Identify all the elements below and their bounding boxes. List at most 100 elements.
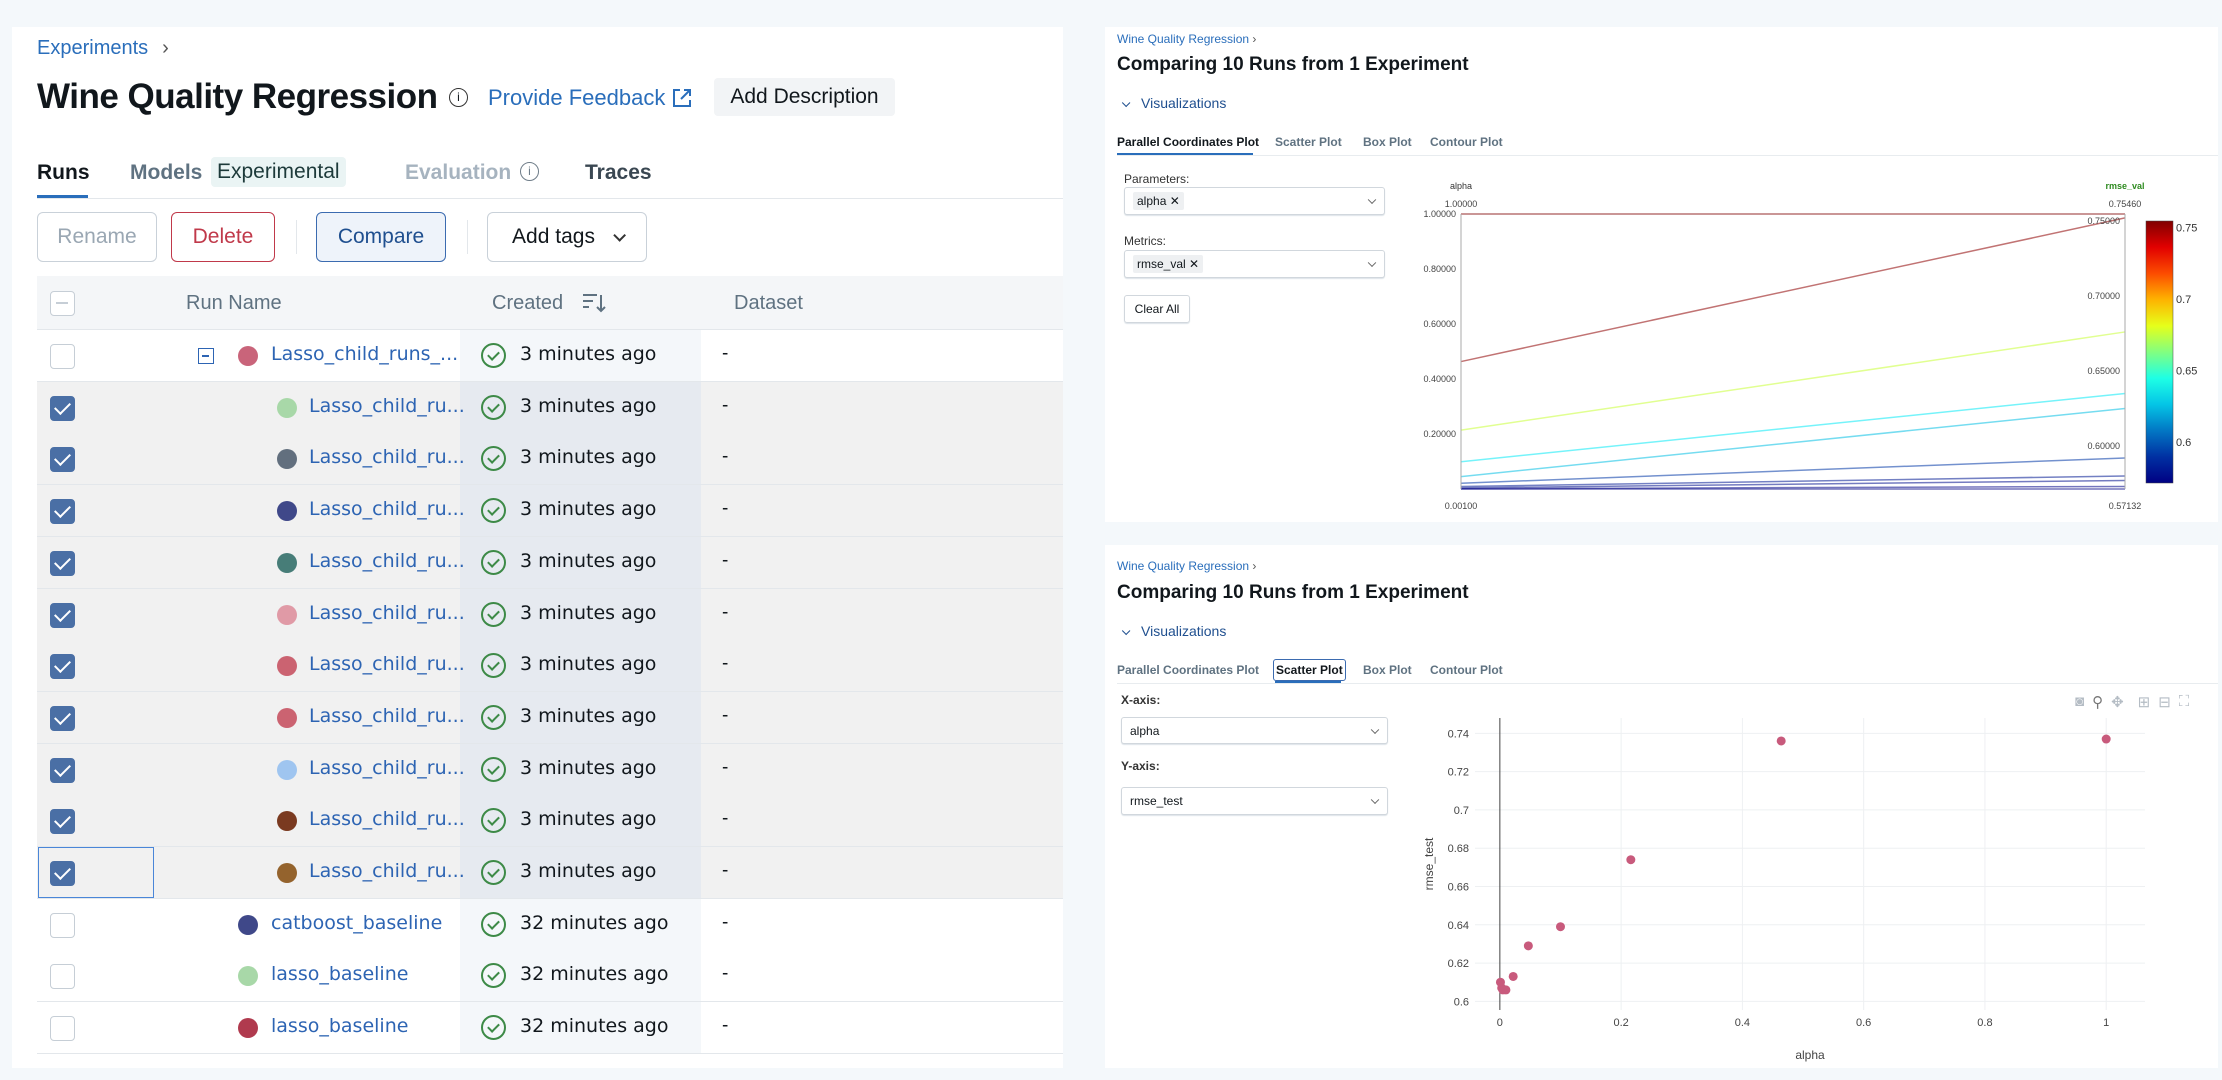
run-color-dot[interactable] xyxy=(277,811,297,832)
provide-feedback-link[interactable]: Provide Feedback xyxy=(488,85,693,111)
tab-traces[interactable]: Traces xyxy=(585,161,652,185)
compare-button[interactable]: Compare xyxy=(316,212,446,262)
table-row[interactable]: 32 minutes ago catboost_baseline - xyxy=(37,898,1063,951)
row-checkbox[interactable] xyxy=(50,654,75,680)
row-checkbox[interactable] xyxy=(50,344,75,369)
run-name-link[interactable]: Lasso_child_ru... xyxy=(309,808,465,830)
created-time: 3 minutes ago xyxy=(520,860,657,882)
run-name-link[interactable]: lasso_baseline xyxy=(271,1015,408,1037)
run-name-link[interactable]: Lasso_child_ru... xyxy=(309,757,465,779)
tab-evaluation[interactable]: Evaluation xyxy=(405,161,511,185)
status-finished-icon xyxy=(481,498,506,524)
run-name-link[interactable]: Lasso_child_ru... xyxy=(309,446,465,468)
run-color-dot[interactable] xyxy=(277,759,297,780)
y-tick-label: 0.64 xyxy=(1448,920,1469,932)
dataset-cell: - xyxy=(722,704,729,726)
table-row[interactable]: 3 minutes ago Lasso_child_ru... - xyxy=(37,691,1063,744)
table-header: Run Name Created Dataset xyxy=(37,276,1063,330)
run-color-dot[interactable] xyxy=(277,552,297,573)
dataset-cell: - xyxy=(722,549,729,571)
column-run-name[interactable]: Run Name xyxy=(186,292,282,315)
run-color-dot[interactable] xyxy=(277,397,297,418)
table-row[interactable]: 32 minutes ago lasso_baseline - xyxy=(37,1002,1063,1055)
row-checkbox[interactable] xyxy=(50,550,75,576)
parallel-coordinates-plot[interactable]: alpha rmse_val 1.00000 0.75460 0.00100 0.5713… xyxy=(1105,27,2218,522)
status-finished-icon xyxy=(481,963,506,989)
tab-runs[interactable]: Runs xyxy=(37,161,90,185)
run-name-link[interactable]: Lasso_child_ru... xyxy=(309,395,465,417)
evaluation-info-icon: i xyxy=(520,162,539,181)
run-name-link[interactable]: Lasso_child_runs_... xyxy=(271,343,458,365)
breadcrumb-experiments-link[interactable]: Experiments xyxy=(37,37,148,60)
table-row[interactable]: 3 minutes ago Lasso_child_ru... - xyxy=(37,640,1063,693)
run-color-dot[interactable] xyxy=(238,966,258,987)
run-name-link[interactable]: Lasso_child_ru... xyxy=(309,705,465,727)
add-description-button[interactable]: Add Description xyxy=(714,78,895,116)
parallel-line xyxy=(1460,217,2126,363)
row-checkbox[interactable] xyxy=(50,602,75,628)
status-finished-icon xyxy=(481,394,506,420)
table-row[interactable]: 3 minutes ago Lasso_child_ru... - xyxy=(37,795,1063,848)
table-row[interactable]: 32 minutes ago lasso_baseline - xyxy=(37,950,1063,1003)
add-tags-dropdown[interactable]: Add tags xyxy=(487,212,647,262)
run-color-dot[interactable] xyxy=(238,346,258,366)
dataset-cell: - xyxy=(722,808,729,830)
run-color-dot[interactable] xyxy=(277,863,297,883)
run-color-dot[interactable] xyxy=(277,707,297,728)
run-name-link[interactable]: Lasso_child_ru... xyxy=(309,860,465,882)
run-color-dot[interactable] xyxy=(238,914,258,935)
focus-outline xyxy=(38,847,154,898)
run-color-dot[interactable] xyxy=(277,604,297,625)
x-tick-label: 0.6 xyxy=(1856,1017,1871,1029)
run-color-dot[interactable] xyxy=(277,501,297,522)
row-checkbox[interactable] xyxy=(50,705,75,731)
table-row[interactable]: 3 minutes ago Lasso_child_ru... - xyxy=(37,588,1063,641)
row-checkbox[interactable] xyxy=(50,912,75,938)
x-tick-label: 0 xyxy=(1497,1017,1503,1029)
collapse-icon[interactable] xyxy=(198,348,214,364)
table-row[interactable]: 3 minutes ago Lasso_child_ru... - xyxy=(37,743,1063,796)
sort-descending-icon[interactable] xyxy=(581,290,607,316)
created-time: 3 minutes ago xyxy=(520,653,657,676)
status-finished-icon xyxy=(481,343,506,368)
provide-feedback-label: Provide Feedback xyxy=(488,85,666,110)
row-checkbox[interactable] xyxy=(50,964,75,990)
row-checkbox[interactable] xyxy=(50,447,75,473)
tab-models[interactable]: Models xyxy=(130,161,202,185)
run-color-dot[interactable] xyxy=(238,1018,258,1039)
table-row[interactable]: 3 minutes ago Lasso_child_ru... - xyxy=(37,381,1063,434)
row-checkbox[interactable] xyxy=(50,1016,75,1042)
scatter-point xyxy=(1508,971,1518,981)
info-icon[interactable]: i xyxy=(449,88,468,107)
table-row[interactable]: 3 minutes ago Lasso_child_runs_... - xyxy=(37,330,1063,382)
parallel-line xyxy=(1460,407,2126,478)
table-row[interactable]: 3 minutes ago Lasso_child_ru... - xyxy=(37,485,1063,538)
run-color-dot[interactable] xyxy=(277,656,297,677)
column-created[interactable]: Created xyxy=(492,292,563,315)
run-name-link[interactable]: Lasso_child_ru... xyxy=(309,602,465,624)
select-all-checkbox[interactable] xyxy=(50,291,75,316)
run-name-link[interactable]: Lasso_child_ru... xyxy=(309,498,465,520)
scatter-plot[interactable]: 0 0.2 0.4 0.6 0.8 1 0.6 0.62 0.64 0.66 0.68 0.7 0.72… xyxy=(1105,545,2218,1068)
rename-button[interactable]: Rename xyxy=(37,212,157,262)
status-finished-icon xyxy=(481,549,506,575)
y-tick-label: 0.68 xyxy=(1448,843,1469,855)
row-checkbox[interactable] xyxy=(50,395,75,421)
row-checkbox[interactable] xyxy=(50,809,75,835)
run-name-link[interactable]: catboost_baseline xyxy=(271,912,442,934)
row-checkbox[interactable] xyxy=(50,499,75,525)
run-name-link[interactable]: lasso_baseline xyxy=(271,963,408,985)
run-color-dot[interactable] xyxy=(277,449,297,470)
run-name-link[interactable]: Lasso_child_ru... xyxy=(309,653,465,675)
table-row[interactable]: 3 minutes ago Lasso_child_ru... - xyxy=(37,536,1063,589)
created-cell: 32 minutes ago xyxy=(460,1002,701,1054)
table-row[interactable]: 3 minutes ago Lasso_child_ru... - xyxy=(37,847,1063,899)
delete-button[interactable]: Delete xyxy=(171,212,275,262)
toolbar-divider xyxy=(467,220,468,254)
row-checkbox[interactable] xyxy=(50,757,75,783)
run-name-link[interactable]: Lasso_child_ru... xyxy=(309,550,465,572)
column-dataset[interactable]: Dataset xyxy=(734,292,803,315)
chevron-down-icon xyxy=(613,228,626,242)
table-row[interactable]: 3 minutes ago Lasso_child_ru... - xyxy=(37,433,1063,486)
created-cell: 3 minutes ago xyxy=(460,330,701,381)
